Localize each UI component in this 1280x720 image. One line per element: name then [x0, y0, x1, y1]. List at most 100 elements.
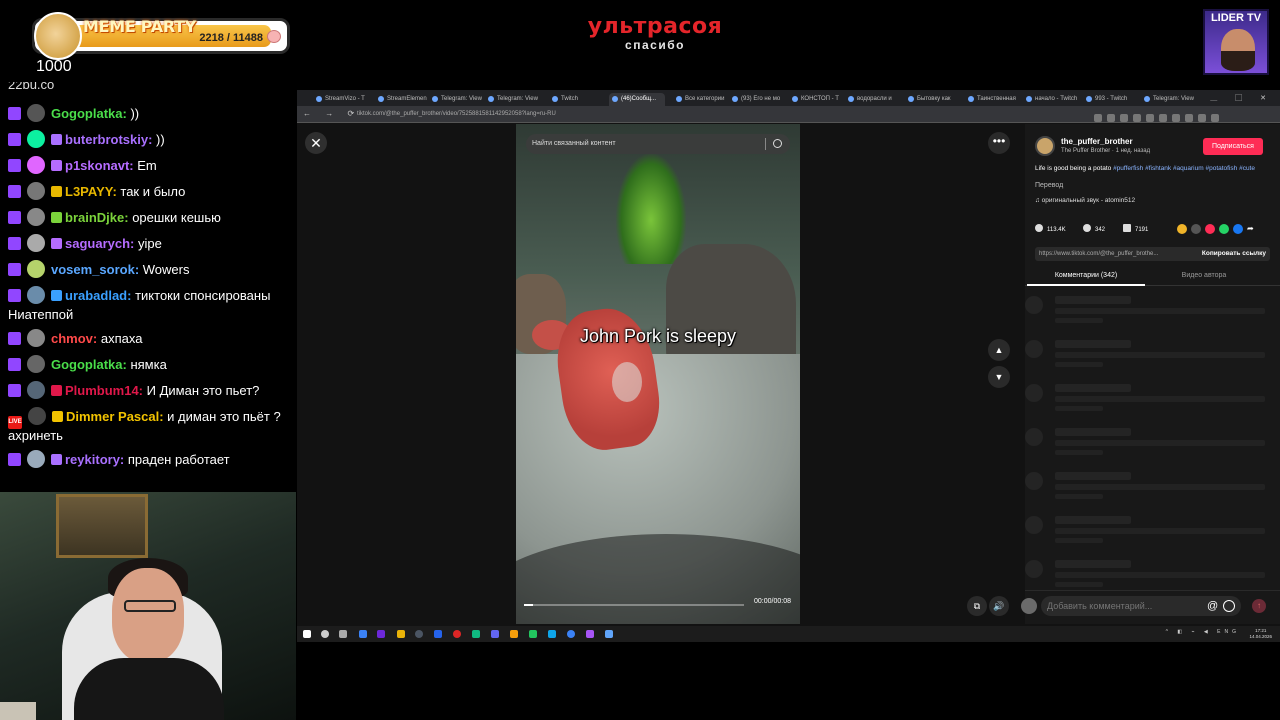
skeleton-block — [1025, 472, 1043, 490]
browser-tab[interactable]: Таинственная — [965, 93, 1021, 106]
skeleton-block — [1025, 340, 1043, 358]
facebook-share-icon[interactable] — [1233, 224, 1243, 234]
browser-tab[interactable]: Telegram: View — [485, 93, 541, 106]
previous-video-button[interactable]: ▲ — [988, 339, 1010, 361]
tab-author-videos[interactable]: Видео автора — [1145, 268, 1263, 284]
chat-username[interactable]: urabadlad: — [65, 288, 131, 303]
chat-username[interactable]: buterbrotskiy: — [65, 132, 152, 147]
browser-tab[interactable]: водорасли и — [845, 93, 901, 106]
chat-text: yipe — [134, 236, 162, 251]
browser-tab[interactable]: StreamVizo - T — [313, 93, 369, 106]
more-options-button[interactable]: ••• — [988, 132, 1010, 154]
next-video-button[interactable]: ▼ — [988, 366, 1010, 388]
browser-tab[interactable]: 993 - Twitch — [1083, 93, 1139, 106]
hashtag-link[interactable]: #pufferfish — [1113, 165, 1145, 172]
browser-tab[interactable]: Telegram: View — [1141, 93, 1197, 106]
skeleton-block — [1025, 296, 1043, 314]
chat-avatar — [27, 156, 45, 174]
share-arrow-icon[interactable]: ➦ — [1247, 224, 1254, 234]
like-button[interactable]: 113.4K — [1035, 224, 1066, 235]
subscribe-button[interactable]: Подписаться — [1203, 138, 1263, 155]
window-controls[interactable]: ＿ ▢ ✕ — [1210, 93, 1274, 103]
chat-username[interactable]: vosem_sorok: — [51, 262, 139, 277]
author-username[interactable]: the_puffer_brother — [1061, 137, 1133, 146]
close-button[interactable]: ✕ — [305, 132, 327, 154]
translate-link[interactable]: Перевод — [1035, 182, 1063, 189]
folder-icon[interactable] — [397, 630, 405, 638]
chat-username[interactable]: reykitory: — [65, 452, 124, 467]
skeleton-block — [1055, 516, 1131, 524]
app-icon-9[interactable] — [567, 630, 575, 638]
copy-link-button[interactable]: Копировать ссылку — [1202, 247, 1266, 261]
browser-tab[interactable]: КОНСТОП - Т — [789, 93, 845, 106]
app-icon-8[interactable] — [529, 630, 537, 638]
whatsapp-share-icon[interactable] — [1219, 224, 1229, 234]
browser-tab[interactable]: StreamElemen — [375, 93, 431, 106]
keyboard-language[interactable]: ENG — [1217, 629, 1240, 635]
system-clock[interactable]: 17:21 14.04.2026 — [1249, 628, 1272, 640]
browser-tab[interactable]: начало - Twitch — [1023, 93, 1079, 106]
save-button[interactable]: 7191 — [1123, 224, 1148, 235]
chat-username[interactable]: brainDjke: — [65, 210, 129, 225]
tiktok-share-icon[interactable] — [1205, 224, 1215, 234]
chat-username[interactable]: saguarych: — [65, 236, 134, 251]
emoji-icon[interactable] — [1223, 600, 1235, 612]
chat-username[interactable]: Plumbum14: — [65, 383, 143, 398]
browser-tab[interactable]: (93) Его не мо — [729, 93, 785, 106]
system-tray[interactable]: ^ ◧ ⌁ ◀ ENG — [1166, 629, 1240, 635]
app-icon-7[interactable] — [510, 630, 518, 638]
app-icon-1[interactable] — [359, 630, 367, 638]
skeleton-block — [1055, 308, 1265, 314]
related-search-field[interactable]: Найти связанный контент — [526, 134, 790, 154]
app-icon-10[interactable] — [586, 630, 594, 638]
chat-username[interactable]: Dimmer Pascal: — [66, 409, 164, 424]
twitch-badge-icon — [8, 107, 21, 120]
steam-icon[interactable] — [548, 630, 556, 638]
chat-username[interactable]: L3PAYY: — [65, 184, 117, 199]
search-icon[interactable] — [321, 630, 329, 638]
browser-icon[interactable] — [415, 630, 423, 638]
chat-emote-badge-icon — [51, 186, 62, 197]
send-comment-button[interactable]: ↑ — [1252, 599, 1266, 613]
browser-tab[interactable]: Все категории — [673, 93, 729, 106]
embed-share-icon[interactable] — [1191, 224, 1201, 234]
browser-tab[interactable]: (46)Сообщ... — [609, 93, 665, 106]
chat-username[interactable]: p1skonavt: — [65, 158, 134, 173]
volume-icon[interactable]: 🔊 — [989, 596, 1009, 616]
tab-comments[interactable]: Комментарии (342) — [1027, 268, 1145, 286]
chat-username[interactable]: Gogoplatka: — [51, 106, 127, 121]
app-icon-4[interactable] — [453, 630, 461, 638]
url-field[interactable]: tiktok.com/@the_puffer_brother/video/752… — [343, 109, 763, 120]
extension-icons[interactable] — [1094, 109, 1274, 122]
mention-icon[interactable]: @ — [1207, 596, 1218, 616]
chat-username[interactable]: chmov: — [51, 331, 97, 346]
browser-tab[interactable]: Telegram: View — [429, 93, 485, 106]
hashtag-link[interactable]: #fishtank — [1145, 165, 1173, 172]
skeleton-block — [1055, 352, 1265, 358]
music-link[interactable]: ♫ оригинальный звук - atomin512 — [1035, 197, 1135, 204]
author-avatar[interactable] — [1035, 136, 1055, 156]
start-icon[interactable] — [303, 630, 311, 638]
twitch-badge-icon — [8, 211, 21, 224]
floating-player-icon[interactable]: ⧉ — [967, 596, 987, 616]
app-icon-3[interactable] — [434, 630, 442, 638]
twitch-badge-icon — [8, 453, 21, 466]
browser-tab[interactable]: Twitch — [549, 93, 605, 106]
chat-username[interactable]: Gogoplatka: — [51, 357, 127, 372]
app-icon-5[interactable] — [472, 630, 480, 638]
coin-share-icon[interactable] — [1177, 224, 1187, 234]
app-icon-2[interactable] — [377, 630, 385, 638]
hashtag-list: #pufferfish #fishtank #aquarium #potatof… — [1113, 165, 1255, 172]
comment-button[interactable]: 342 — [1083, 224, 1105, 235]
search-icon[interactable] — [773, 139, 782, 148]
hashtag-link[interactable]: #aquarium — [1173, 165, 1206, 172]
hashtag-link[interactable]: #cute — [1239, 165, 1255, 172]
app-icon-11[interactable] — [605, 630, 613, 638]
app-icon-6[interactable] — [491, 630, 499, 638]
video-progress-bar[interactable] — [524, 604, 744, 606]
share-link-url[interactable]: https://www.tiktok.com/@the_puffer_broth… — [1039, 247, 1184, 261]
taskview-icon[interactable] — [339, 630, 347, 638]
hashtag-link[interactable]: #potatofish — [1205, 165, 1239, 172]
video-player[interactable]: Найти связанный контент John Pork is sle… — [516, 124, 800, 624]
browser-tab[interactable]: Бытовку как — [905, 93, 961, 106]
